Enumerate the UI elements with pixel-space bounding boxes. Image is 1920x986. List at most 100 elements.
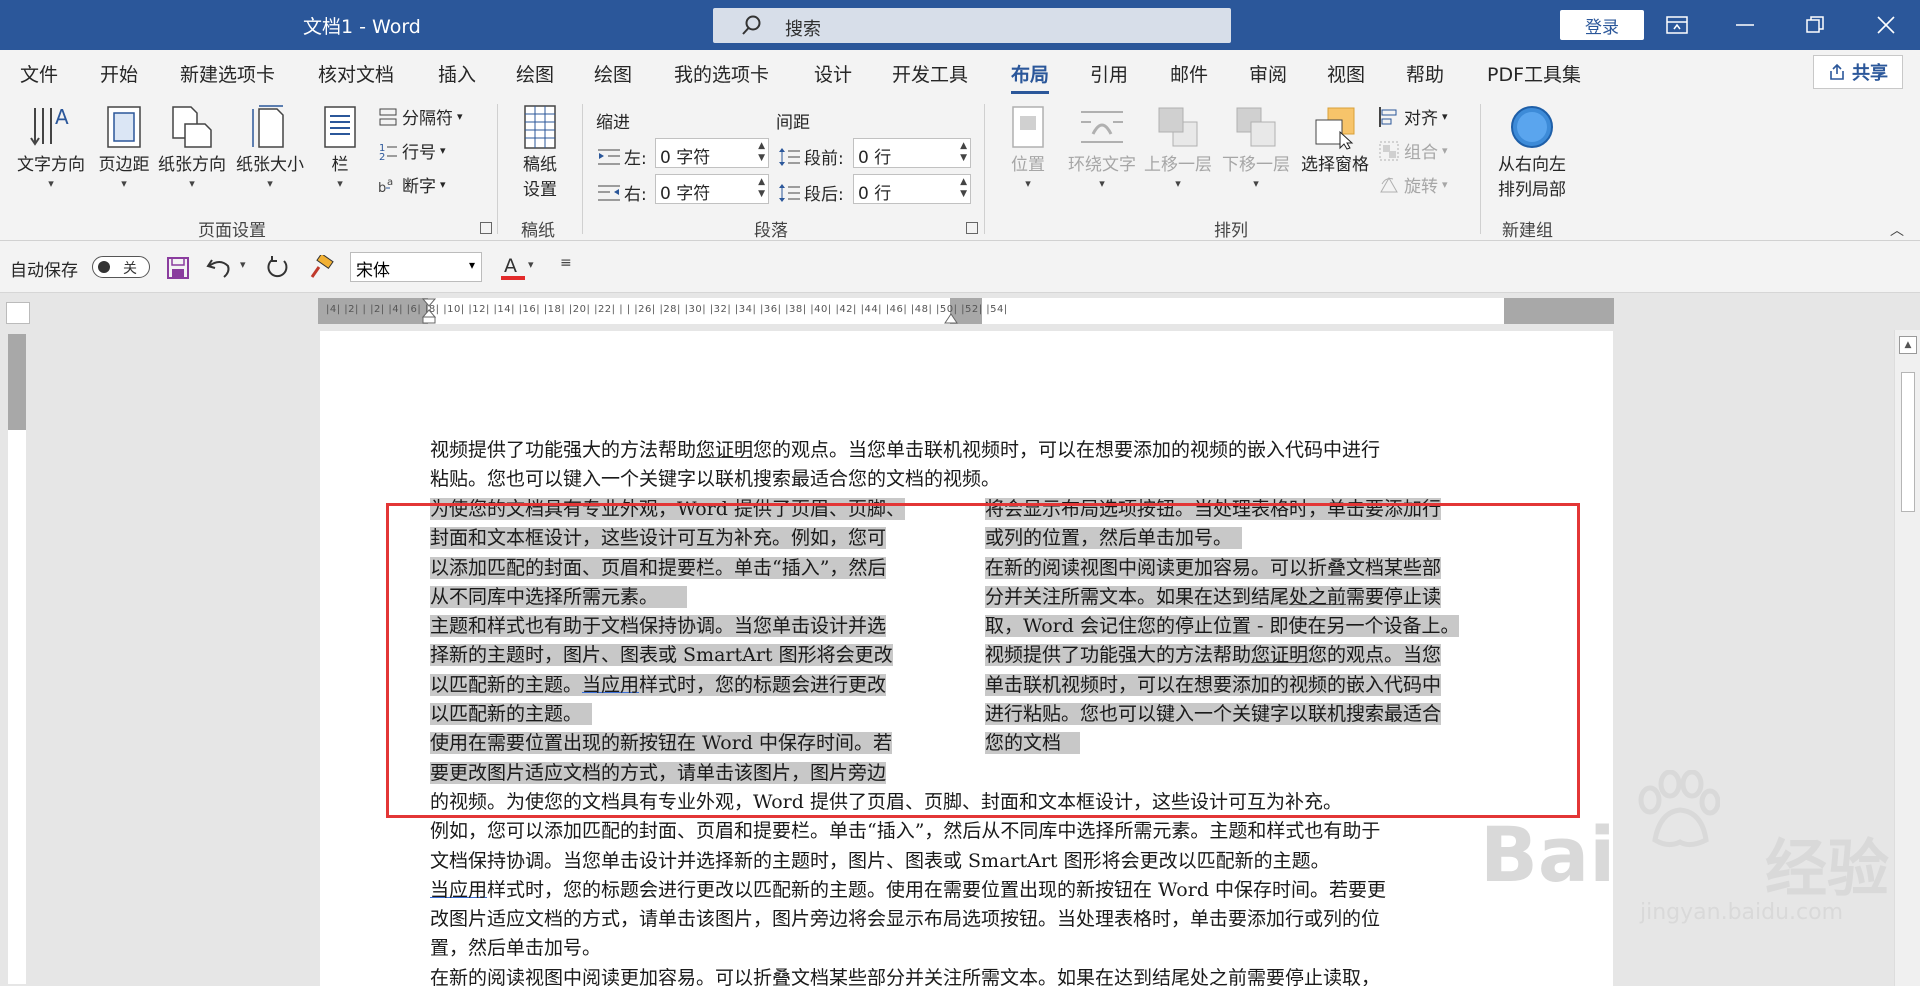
orientation-button[interactable]: 纸张方向 ▾: [156, 104, 228, 190]
ruler-margin-shade: [8, 334, 26, 430]
font-name-select[interactable]: 宋体 ▾: [350, 252, 482, 282]
spinner-arrows-icon[interactable]: ▲ ▼: [758, 140, 765, 164]
tab-draw-2[interactable]: 绘图: [594, 60, 632, 87]
chevron-down-icon: ▾: [189, 177, 195, 190]
chevron-down-icon: ▾: [1099, 177, 1105, 190]
chevron-down-icon: ▾: [48, 177, 54, 190]
size-label: 纸张大小: [236, 155, 304, 175]
chevron-down-icon: ▾: [121, 177, 127, 190]
text-direction-button[interactable]: A 文字方向 ▾: [12, 104, 90, 190]
indent-left-input[interactable]: 0 字符 ▲ ▼: [655, 138, 769, 168]
paragraph-launcher-icon[interactable]: [966, 222, 978, 234]
tab-file[interactable]: 文件: [20, 60, 58, 87]
group-label-arrange: 排列: [1214, 221, 1248, 241]
send-backward-label: 下移一层: [1222, 155, 1290, 175]
tab-review-doc[interactable]: 核对文档: [318, 60, 394, 87]
tab-pdf-tools[interactable]: PDF工具集: [1487, 60, 1581, 87]
tab-mailings[interactable]: 邮件: [1170, 60, 1208, 87]
align-button[interactable]: 对齐 ▾: [1378, 104, 1448, 129]
breaks-icon: [379, 108, 397, 125]
search-box[interactable]: 搜索: [713, 8, 1231, 43]
rotate-button[interactable]: 旋转 ▾: [1378, 172, 1448, 197]
text-line: 粘贴。您也可以键入一个关键字以联机搜索最适合您的文档的视频。: [430, 468, 1001, 491]
spacing-after-input[interactable]: 0 行 ▲ ▼: [853, 174, 971, 204]
indent-right-input[interactable]: 0 字符 ▲ ▼: [655, 174, 769, 204]
tab-new-tab[interactable]: 新建选项卡: [180, 60, 275, 87]
close-icon[interactable]: [1866, 8, 1906, 42]
undo-icon[interactable]: [206, 256, 234, 280]
hyphenation-icon: ba: [378, 177, 393, 195]
breaks-button[interactable]: 分隔符 ▾: [378, 104, 463, 129]
redo-icon[interactable]: [264, 255, 290, 281]
text-line: 文档保持协调。当您单击设计并选择新的主题时，图片、图表或 SmartArt 图形…: [430, 849, 1330, 872]
indent-right-value: 0 字符: [660, 184, 711, 204]
spacing-before-icon: [779, 147, 800, 166]
font-color-button[interactable]: A: [500, 252, 526, 282]
format-painter-icon[interactable]: [308, 255, 334, 281]
manuscript-label-line2: 设置: [523, 180, 557, 200]
tab-selector-icon[interactable]: [6, 302, 30, 324]
group-objects-button[interactable]: 组合 ▾: [1378, 138, 1448, 163]
tab-insert[interactable]: 插入: [438, 60, 476, 87]
text-line: 视频提供了功能强大的方法帮助您证明您的观点。当您单击联机视频时，可以在想要添加的…: [430, 436, 1380, 465]
indent-marker-icon[interactable]: [422, 298, 436, 324]
selection-pane-button[interactable]: 选择窗格: [1296, 104, 1374, 175]
undo-dropdown-icon[interactable]: ▾: [240, 258, 246, 271]
text-run-underlined: 您证明: [696, 439, 754, 461]
rtl-arrange-button[interactable]: 从右向左 排列局部: [1490, 104, 1574, 200]
restore-icon[interactable]: [1795, 8, 1835, 42]
spacing-before-label: 段前:: [804, 149, 844, 169]
orientation-label: 纸张方向: [158, 155, 226, 175]
margins-button[interactable]: 页边距 ▾: [94, 104, 154, 190]
spinner-arrows-icon[interactable]: ▲ ▼: [960, 140, 967, 164]
login-button[interactable]: 登录: [1560, 10, 1644, 40]
vertical-ruler-area: [0, 294, 34, 986]
manuscript-settings-button[interactable]: 稿纸 设置: [510, 104, 570, 200]
scrollbar-thumb[interactable]: [1901, 372, 1915, 512]
tab-developer[interactable]: 开发工具: [892, 60, 968, 87]
group-label-manuscript: 稿纸: [521, 221, 555, 241]
tab-references[interactable]: 引用: [1090, 60, 1128, 87]
tab-draw-1[interactable]: 绘图: [516, 60, 554, 87]
line-numbers-button[interactable]: 12 行号 ▾: [378, 138, 446, 164]
share-button[interactable]: 共享: [1813, 55, 1903, 89]
font-color-dropdown-icon[interactable]: ▾: [528, 258, 534, 271]
tab-view[interactable]: 视图: [1327, 60, 1365, 87]
share-label: 共享: [1852, 63, 1888, 84]
spinner-arrows-icon[interactable]: ▲ ▼: [758, 176, 765, 200]
save-icon[interactable]: [166, 256, 190, 280]
indent-title: 缩进: [596, 113, 630, 133]
scroll-up-icon[interactable]: ▲: [1899, 336, 1917, 354]
wrap-text-button[interactable]: 环绕文字 ▾: [1064, 104, 1140, 190]
hyphenation-button[interactable]: ba 断字 ▾: [378, 172, 446, 198]
rotate-label: 旋转: [1404, 177, 1438, 197]
minimize-icon[interactable]: [1725, 8, 1765, 42]
tab-design[interactable]: 设计: [814, 60, 852, 87]
chevron-down-icon: ▾: [1175, 177, 1181, 190]
wrap-text-icon: [1081, 111, 1123, 143]
chevron-down-icon: ▾: [337, 177, 343, 190]
customize-qat-icon[interactable]: ≡: [560, 255, 572, 271]
columns-button[interactable]: 栏 ▾: [320, 104, 360, 190]
tab-home[interactable]: 开始: [100, 60, 138, 87]
position-button[interactable]: 位置 ▾: [1002, 104, 1054, 190]
ribbon-tabs: 文件 开始 新建选项卡 核对文档 插入 绘图 绘图 我的选项卡 设计 开发工具 …: [0, 50, 1920, 96]
size-button[interactable]: 纸张大小 ▾: [234, 104, 306, 190]
selection-pane-label: 选择窗格: [1301, 155, 1369, 175]
ribbon-display-options-icon[interactable]: [1657, 8, 1697, 42]
tab-review[interactable]: 审阅: [1249, 60, 1287, 87]
autosave-toggle[interactable]: 关: [92, 256, 150, 278]
send-backward-button[interactable]: 下移一层 ▾: [1218, 104, 1294, 190]
svg-text:A: A: [504, 255, 517, 277]
tab-my-tab[interactable]: 我的选项卡: [674, 60, 769, 87]
margins-label: 页边距: [98, 155, 150, 175]
spacing-before-input[interactable]: 0 行 ▲ ▼: [853, 138, 971, 168]
spinner-arrows-icon[interactable]: ▲ ▼: [960, 176, 967, 200]
tab-help[interactable]: 帮助: [1406, 60, 1444, 87]
right-indent-marker-icon[interactable]: [944, 310, 958, 324]
bring-forward-button[interactable]: 上移一层 ▾: [1140, 104, 1216, 190]
collapse-ribbon-icon[interactable]: ︿: [1890, 220, 1904, 240]
tab-layout[interactable]: 布局: [1011, 60, 1050, 94]
page-setup-launcher-icon[interactable]: [480, 222, 492, 234]
text-line: 置，然后单击加号。: [430, 937, 602, 960]
